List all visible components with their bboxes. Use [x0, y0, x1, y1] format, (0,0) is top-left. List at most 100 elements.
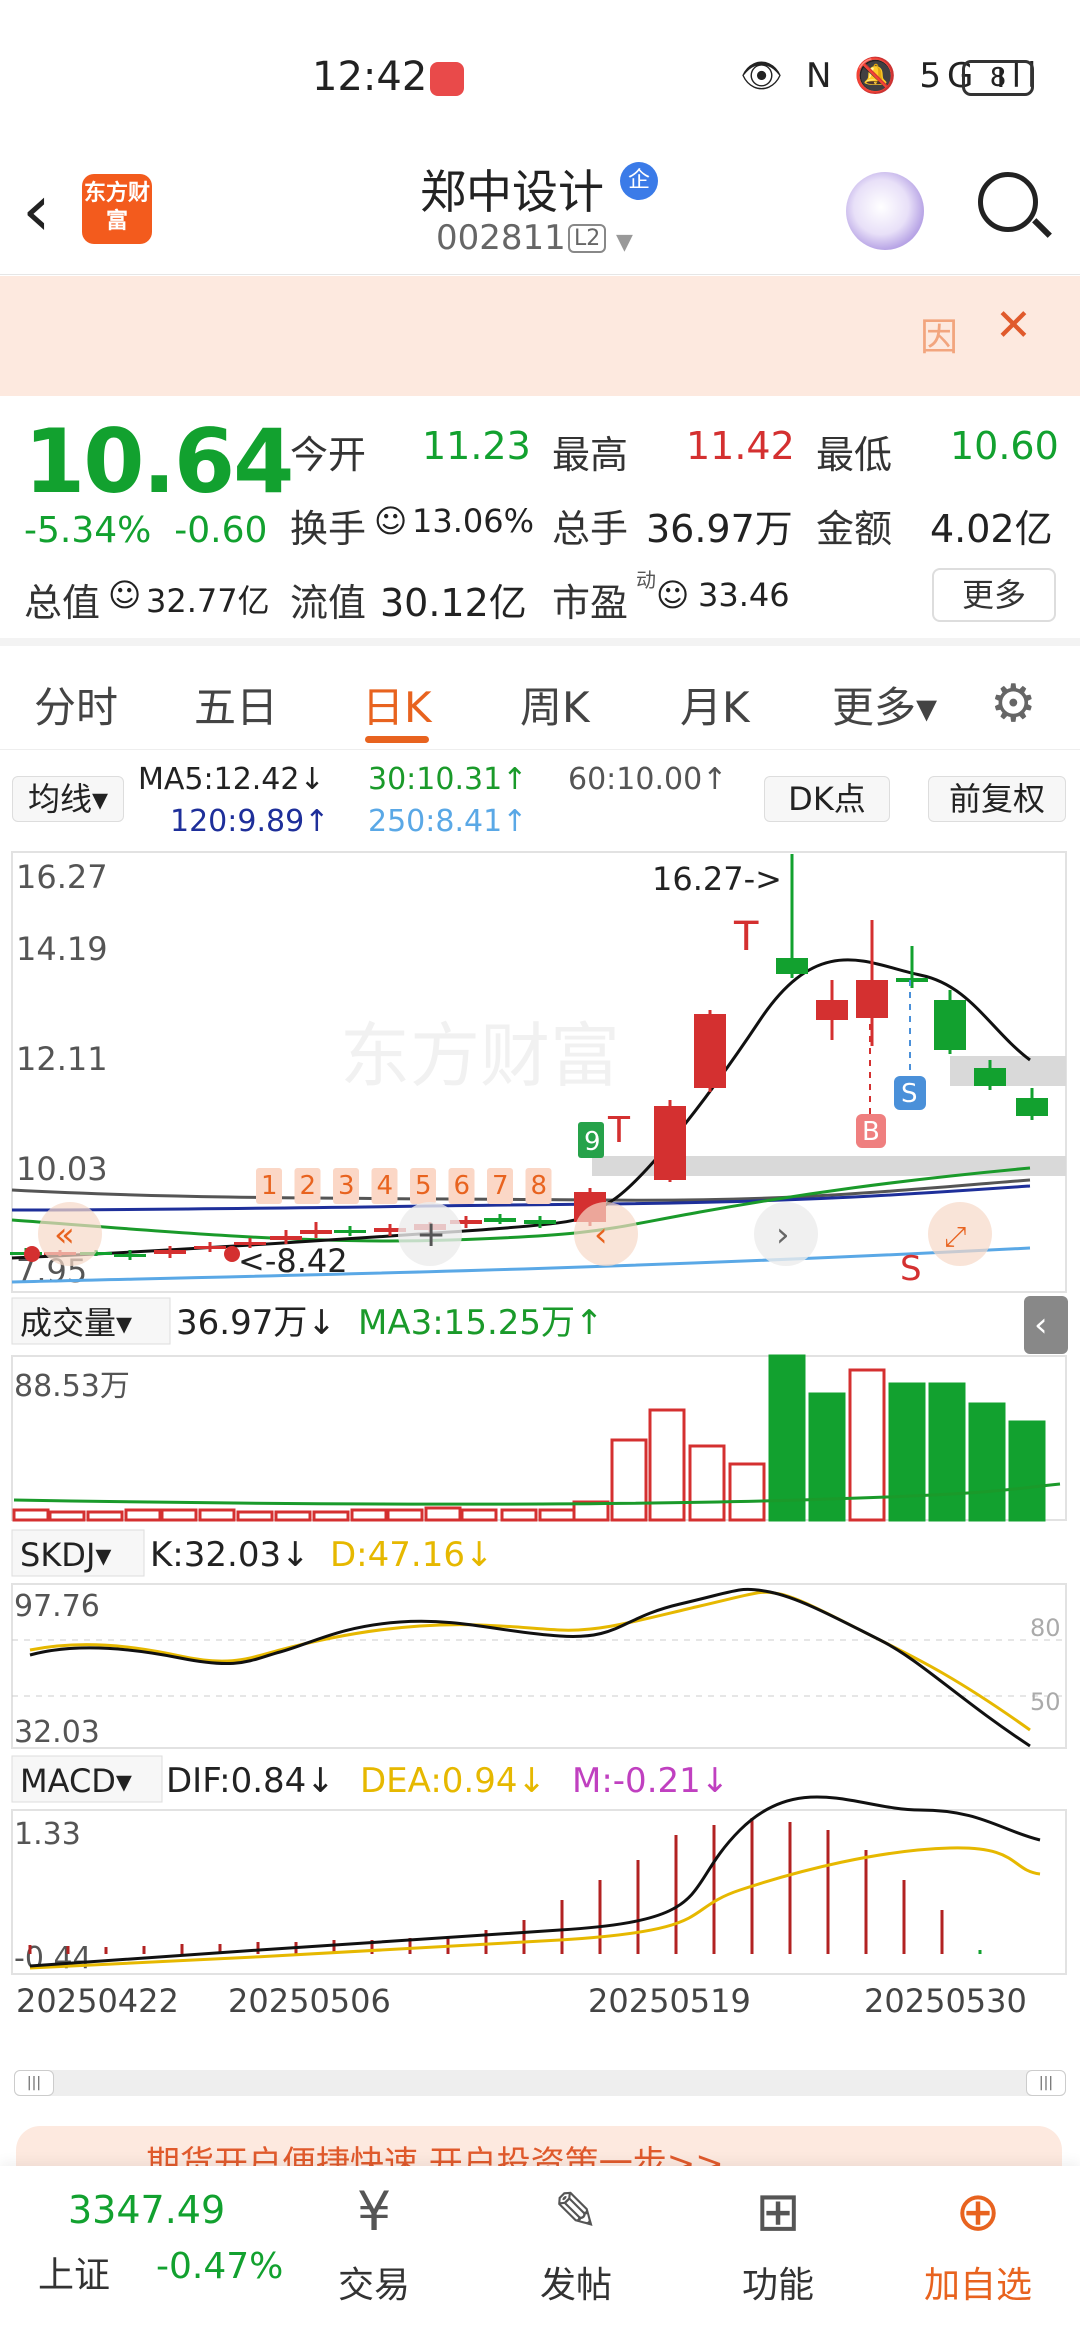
search-icon[interactable] [978, 172, 1038, 232]
info-icon[interactable]: ☺ [374, 502, 407, 540]
resistance-band [950, 1056, 1066, 1086]
candle-body [934, 1000, 966, 1050]
tab-weekly-k[interactable]: 周K [520, 674, 590, 735]
open-value: 11.23 [422, 424, 531, 468]
volume-bar [350, 1508, 388, 1522]
count-text: 8 [531, 1171, 548, 1201]
turnover-label: 换手 [290, 507, 367, 551]
volume-value: 36.97万 [646, 507, 793, 551]
skdj-80: 80 [1030, 1614, 1061, 1642]
nine-text: 9 [584, 1127, 601, 1157]
active-tab-indicator [365, 736, 429, 743]
macd-top: 1.33 [14, 1817, 81, 1852]
volume-bar [768, 1354, 806, 1522]
gear-icon[interactable]: ⚙ [990, 674, 1037, 734]
candle-body [1016, 1098, 1048, 1116]
chevron-down-icon[interactable]: ▼ [616, 230, 633, 255]
adjust-mode-button[interactable]: 前复权 [928, 776, 1066, 822]
volume-bar [124, 1508, 162, 1522]
candle-body [524, 1220, 556, 1224]
ma60-label: 60:10.00↑ [568, 762, 728, 797]
skdj-d: D:47.16↓ [330, 1535, 493, 1575]
info-icon[interactable]: ☺ [108, 576, 141, 614]
tab-daily-k[interactable]: 日K [362, 674, 432, 735]
volume-bars [12, 1354, 1046, 1522]
tab-monthly-k[interactable]: 月K [680, 674, 750, 735]
index-name[interactable]: 上证 [38, 2246, 110, 2298]
volume-bar [460, 1508, 498, 1522]
amount-label: 金额 [816, 507, 893, 551]
sell-signal: S [900, 1249, 922, 1289]
volume-bar [386, 1508, 424, 1522]
candle-body [654, 1106, 686, 1180]
candle-body [484, 1218, 516, 1222]
candle-body [114, 1254, 146, 1257]
info-icon[interactable]: ☺ [656, 576, 689, 614]
quote-panel: 10.64 -5.34% -0.60 今开 11.23 最高 11.42 最低 … [0, 396, 1080, 646]
notice-banner[interactable]: 因 ✕ [0, 276, 1080, 396]
tab-intraday[interactable]: 分时 [34, 674, 118, 735]
chevron-left-icon: ‹ [1034, 1305, 1048, 1345]
date-label: 20250422 [16, 1982, 179, 2020]
add-circle-icon: ⊕ [955, 2180, 1001, 2243]
volume-ma3: MA3:15.25万↑ [358, 1303, 604, 1343]
stock-header: ‹ 东方财富 郑中设计 企 002811 L2 ▼ [0, 150, 1080, 275]
volume-bar [312, 1510, 350, 1522]
volume-selector-text: 成交量▾ [20, 1304, 132, 1342]
turnover-value: 13.06% [412, 502, 535, 540]
assistant-robot-icon[interactable] [846, 172, 924, 250]
back-icon[interactable]: ‹ [22, 174, 51, 246]
ma-selector[interactable]: 均线▾ [12, 776, 124, 822]
close-icon[interactable]: ✕ [995, 300, 1032, 351]
date-label: 20250530 [864, 1982, 1027, 2020]
battery-icon: 8 [962, 60, 1034, 96]
watermark: 东方财富 [340, 1015, 620, 1097]
stock-name: 郑中设计 [420, 165, 604, 219]
date-label: 20250506 [228, 1982, 391, 2020]
mktcap-label: 总值 [24, 581, 101, 625]
more-button[interactable]: 更多 [932, 568, 1056, 622]
nav-add-watchlist[interactable]: ⊕ 加自选 [918, 2180, 1038, 2308]
candle-body [776, 958, 808, 974]
index-change[interactable]: -0.47% [156, 2246, 283, 2287]
volume-bar [688, 1444, 726, 1522]
open-label: 今开 [290, 433, 367, 477]
slider-handle-left[interactable]: ||| [14, 2070, 54, 2096]
y-label-3: 12.11 [16, 1040, 108, 1078]
volume-bar [274, 1510, 312, 1522]
amount-value: 4.02亿 [930, 507, 1053, 551]
range-slider[interactable]: ||| ||| [14, 2070, 1066, 2096]
macd-bottom: -0.44 [14, 1941, 92, 1976]
t-mark: T [607, 1110, 631, 1151]
volume-bar [888, 1382, 926, 1522]
candle-body [694, 1014, 726, 1088]
volume-bar [808, 1392, 846, 1522]
tab-five-day[interactable]: 五日 [194, 674, 278, 735]
edit-icon: ✎ [553, 2180, 599, 2243]
date-label: 20250519 [588, 1982, 751, 2020]
volume-value: 36.97万↓ [176, 1303, 336, 1343]
index-value[interactable]: 3347.49 [68, 2188, 225, 2232]
skdj-bottom: 32.03 [14, 1715, 100, 1750]
tab-more[interactable]: 更多▾ [832, 674, 937, 735]
nav-post[interactable]: ✎ 发帖 [516, 2180, 636, 2308]
ma30-label: 30:10.31↑ [368, 762, 528, 797]
yen-icon: ¥ [356, 2180, 392, 2243]
volume-bar [928, 1382, 966, 1522]
skdj-k-line [29, 1587, 1031, 1748]
volume-bar [728, 1462, 766, 1522]
nav-trade[interactable]: ¥ 交易 [314, 2180, 434, 2308]
slider-handle-right[interactable]: ||| [1026, 2070, 1066, 2096]
macd-dif: DIF:0.84↓ [166, 1761, 335, 1801]
dk-point-button[interactable]: DK点 [764, 776, 890, 822]
current-price: 10.64 [24, 410, 294, 513]
level2-badge[interactable]: L2 [568, 224, 607, 253]
nav-functions[interactable]: ⊞ 功能 [718, 2180, 838, 2308]
app-notification-icon [430, 62, 464, 96]
count-text: 6 [454, 1171, 471, 1201]
buy-marker-text: B [862, 1117, 880, 1147]
pe-dynamic-sup: 动 [636, 568, 656, 592]
kline-chart-area[interactable]: 东方财富 16.27 14.19 12.11 10.03 7.95 123456… [0, 850, 1080, 2020]
count-text: 4 [377, 1171, 394, 1201]
y-label-2: 14.19 [16, 930, 108, 968]
